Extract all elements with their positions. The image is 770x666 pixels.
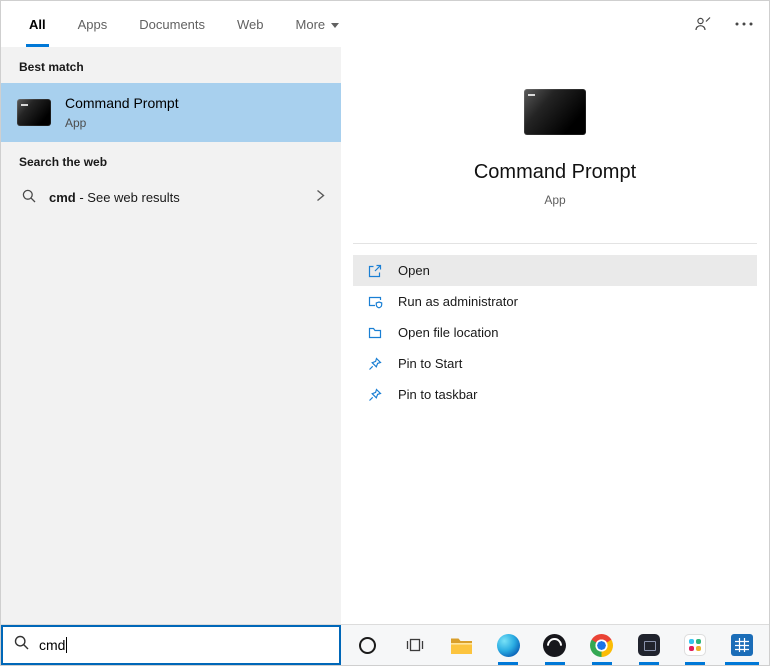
action-label: Pin to taskbar (398, 387, 478, 402)
tab-web[interactable]: Web (237, 1, 264, 47)
search-query: cmd (39, 637, 65, 653)
context-actions-list: Open Run as administrator (353, 255, 757, 410)
web-search-result[interactable]: cmd - See web results (1, 178, 341, 217)
web-result-suffix: - See web results (76, 190, 180, 205)
divider (353, 243, 757, 244)
tab-documents-label: Documents (139, 17, 205, 32)
action-pin-to-start[interactable]: Pin to Start (353, 348, 757, 379)
chrome-glyph (590, 634, 613, 657)
tab-more[interactable]: More (296, 1, 340, 47)
search-tabs-bar: All Apps Documents Web More (1, 1, 769, 47)
taskbar: cmd (1, 624, 769, 665)
text-caret (66, 637, 67, 653)
file-explorer-icon[interactable] (439, 625, 483, 665)
chevron-down-icon (331, 23, 339, 28)
action-open-file-location[interactable]: Open file location (353, 317, 757, 348)
action-label: Run as administrator (398, 294, 518, 309)
action-run-as-administrator[interactable]: Run as administrator (353, 286, 757, 317)
pin-icon (367, 356, 383, 372)
dark-square-glyph (638, 634, 660, 656)
more-options-icon[interactable] (735, 22, 753, 26)
best-match-text: Command Prompt App (65, 95, 179, 130)
preview-subtitle: App (544, 193, 565, 207)
tabsbar-actions (694, 1, 753, 47)
tab-documents[interactable]: Documents (139, 1, 205, 47)
search-filter-tabs: All Apps Documents Web More (29, 1, 339, 47)
search-icon (14, 635, 29, 655)
best-match-header: Best match (1, 47, 341, 83)
web-result-label: cmd - See web results (49, 190, 303, 205)
result-title: Command Prompt (65, 95, 179, 112)
action-open[interactable]: Open (353, 255, 757, 286)
task-view-icon[interactable] (393, 625, 437, 665)
cortana-circle-icon[interactable] (346, 625, 390, 665)
command-prompt-icon-large (524, 89, 586, 135)
action-pin-to-taskbar[interactable]: Pin to taskbar (353, 379, 757, 410)
action-label: Open file location (398, 325, 498, 340)
file-location-icon (367, 325, 383, 341)
edge-glyph (497, 634, 520, 657)
best-match-result[interactable]: Command Prompt App (1, 83, 341, 142)
preview-title: Command Prompt (474, 161, 636, 184)
slack-icon[interactable] (673, 625, 717, 665)
spreadsheet-app-icon[interactable] (720, 625, 764, 665)
admin-shield-icon (367, 294, 383, 310)
result-subtitle: App (65, 116, 179, 130)
tab-all[interactable]: All (29, 1, 46, 47)
web-result-query: cmd (49, 190, 76, 205)
search-icon (22, 189, 36, 206)
search-input-text: cmd (39, 637, 67, 653)
tab-apps-label: Apps (78, 17, 108, 32)
edge-browser-icon[interactable] (486, 625, 530, 665)
dark-circle-app-icon[interactable] (533, 625, 577, 665)
preview-panel: Command Prompt App Open (341, 47, 769, 624)
action-label: Pin to Start (398, 356, 462, 371)
dark-circle-glyph (543, 634, 566, 657)
dark-square-app-icon[interactable] (627, 625, 671, 665)
chrome-icon[interactable] (580, 625, 624, 665)
results-list-panel: Best match Command Prompt App Search the… (1, 47, 341, 624)
search-web-header: Search the web (1, 142, 341, 178)
pin-icon (367, 387, 383, 403)
circle-glyph (359, 637, 376, 654)
user-feedback-icon[interactable] (694, 16, 711, 32)
taskbar-app-icons (341, 625, 769, 665)
tab-apps[interactable]: Apps (78, 1, 108, 47)
tab-all-label: All (29, 17, 46, 32)
windows-search-flyout: All Apps Documents Web More (0, 0, 770, 666)
chevron-right-icon[interactable] (316, 189, 325, 205)
slack-glyph (684, 634, 706, 656)
preview-header: Command Prompt App (353, 47, 757, 207)
open-icon (367, 263, 383, 279)
taskbar-search-box[interactable]: cmd (1, 625, 341, 665)
tab-web-label: Web (237, 17, 264, 32)
command-prompt-icon (17, 99, 51, 126)
search-results-area: Best match Command Prompt App Search the… (1, 47, 769, 624)
action-label: Open (398, 263, 430, 278)
tab-more-label: More (296, 17, 326, 32)
